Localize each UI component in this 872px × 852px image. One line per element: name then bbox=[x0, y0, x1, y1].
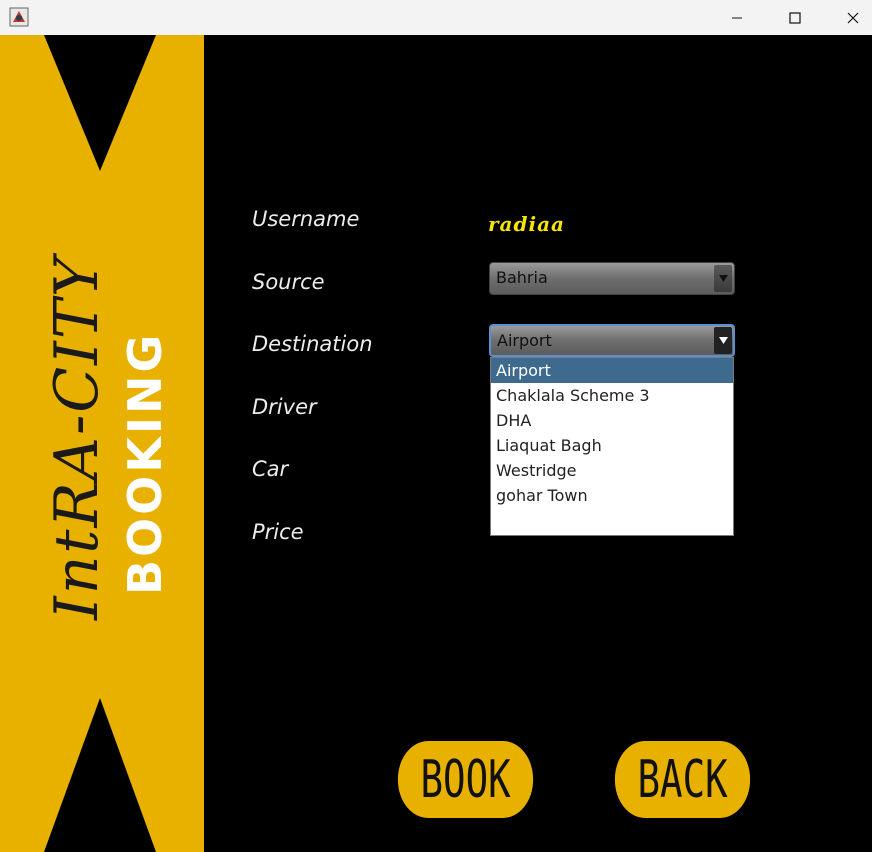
back-button-label: BACK bbox=[637, 749, 728, 810]
chevron-down-icon[interactable] bbox=[714, 327, 732, 354]
destination-select[interactable]: Airport bbox=[489, 324, 735, 357]
chevron-down-icon[interactable] bbox=[714, 265, 732, 292]
username-label: Username bbox=[252, 207, 360, 231]
booking-window: IntRA-CITY BOOKING Username Source Desti… bbox=[0, 0, 872, 852]
car-label: Car bbox=[252, 457, 289, 481]
back-button[interactable]: BACK bbox=[614, 741, 751, 818]
dropdown-option[interactable]: Liaquat Bagh bbox=[491, 433, 733, 458]
username-value: radiaa bbox=[488, 212, 565, 236]
price-label: Price bbox=[252, 520, 304, 544]
java-app-icon bbox=[9, 7, 29, 27]
dropdown-option[interactable]: Airport bbox=[491, 358, 733, 383]
title-bar bbox=[0, 0, 872, 35]
dropdown-option[interactable]: Westridge bbox=[491, 458, 733, 483]
book-button-label: BOOK bbox=[420, 749, 511, 810]
dropdown-option[interactable]: DHA bbox=[491, 408, 733, 433]
close-icon[interactable] bbox=[824, 0, 872, 35]
side-banner: IntRA-CITY BOOKING bbox=[0, 35, 204, 852]
source-label: Source bbox=[252, 270, 325, 294]
source-selected-value: Bahria bbox=[496, 268, 548, 287]
driver-label: Driver bbox=[252, 395, 317, 419]
source-select[interactable]: Bahria bbox=[489, 262, 735, 295]
destination-selected-value: Airport bbox=[497, 331, 552, 350]
dropdown-option[interactable]: Chaklala Scheme 3 bbox=[491, 383, 733, 408]
maximize-icon[interactable] bbox=[766, 0, 824, 35]
minimize-icon[interactable] bbox=[708, 0, 766, 35]
banner-bold-title: BOOKING bbox=[118, 331, 172, 595]
destination-dropdown-list: Airport Chaklala Scheme 3 DHA Liaquat Ba… bbox=[490, 357, 734, 536]
destination-label: Destination bbox=[252, 332, 373, 356]
dropdown-option[interactable]: gohar Town bbox=[491, 483, 733, 508]
banner-script-title: IntRA-CITY bbox=[42, 255, 112, 620]
book-button[interactable]: BOOK bbox=[397, 741, 534, 818]
